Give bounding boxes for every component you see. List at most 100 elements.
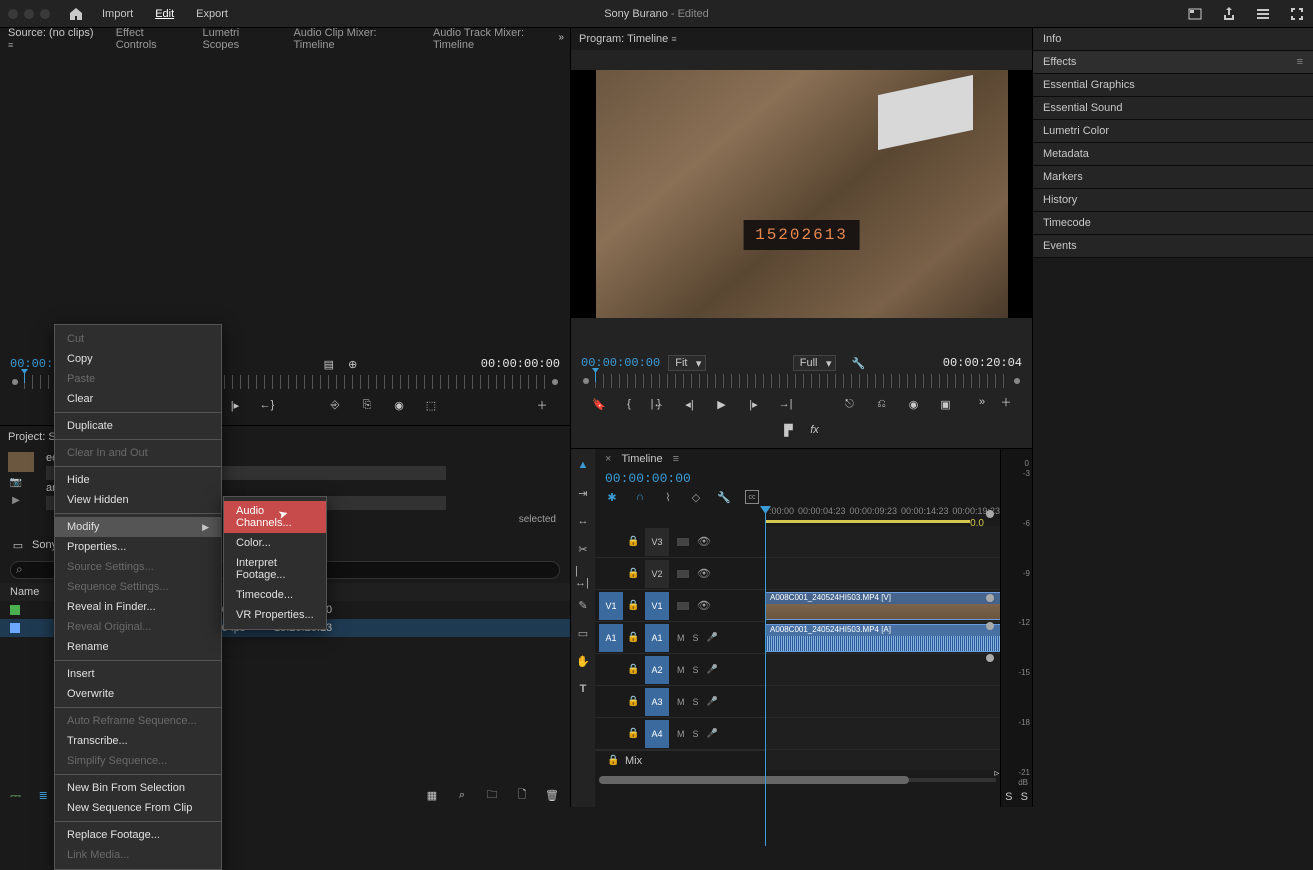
ripple-tool-icon[interactable]: ↔ xyxy=(575,513,591,529)
side-tab-metadata[interactable]: Metadata xyxy=(1033,143,1313,166)
workspace-icon[interactable] xyxy=(1255,6,1271,22)
trash-icon[interactable]: 🗑 xyxy=(544,787,560,803)
button-editor-icon[interactable]: ＋ xyxy=(998,394,1014,410)
clip-thumbnail[interactable] xyxy=(8,452,34,472)
v-knob[interactable] xyxy=(986,594,994,602)
ctx-sub-interpret-footage-[interactable]: Interpret Footage... xyxy=(224,553,326,585)
ctx-sub-vr-properties-[interactable]: VR Properties... xyxy=(224,605,326,625)
menu-edit[interactable]: Edit xyxy=(155,8,174,20)
overflow-icon[interactable]: » xyxy=(974,394,990,410)
compare-icon[interactable]: ▣ xyxy=(938,396,954,412)
pen-tool-icon[interactable]: ✎ xyxy=(575,597,591,613)
ctx-clear[interactable]: Clear xyxy=(55,389,221,409)
tab-source[interactable]: Source: (no clips) ≡ xyxy=(8,27,98,51)
menu-import[interactable]: Import xyxy=(102,8,133,20)
prog-zoom-right[interactable] xyxy=(1014,378,1020,384)
new-item-footer-icon[interactable]: 🗋 xyxy=(514,787,530,803)
list-view-icon[interactable]: ≣ xyxy=(35,787,51,803)
tab-program[interactable]: Program: Timeline ≡ xyxy=(579,33,677,45)
marker-icon[interactable]: 🔖 xyxy=(591,396,607,412)
extract-icon[interactable]: ⎌ xyxy=(874,396,890,412)
tab-audio-track-mixer[interactable]: Audio Track Mixer: Timeline xyxy=(433,27,562,51)
ctx-new-bin-from-selection[interactable]: New Bin From Selection xyxy=(55,778,221,798)
work-area-bar[interactable] xyxy=(765,520,970,523)
close-sequence-icon[interactable]: × xyxy=(605,453,611,465)
audio-meter[interactable]: 0 -3 -6 -9 -12 -15 -18 -21 dB SS xyxy=(1000,449,1032,807)
tab-audio-clip-mixer[interactable]: Audio Clip Mixer: Timeline xyxy=(293,27,414,51)
in-bracket-icon[interactable]: { xyxy=(621,396,637,412)
side-tab-effects[interactable]: Effects≡ xyxy=(1033,51,1313,74)
timeline-horiz-scrollbar[interactable]: ▹| xyxy=(595,774,1000,786)
program-tc-current[interactable]: 00:00:00:00 xyxy=(581,356,660,370)
resolution-select[interactable]: Full ▾ xyxy=(793,355,837,371)
program-monitor[interactable]: 15202613 xyxy=(571,70,1032,318)
ctx-copy[interactable]: Copy xyxy=(55,349,221,369)
zoom-handle-right[interactable] xyxy=(552,379,558,385)
selection-tool-icon[interactable]: ▲ xyxy=(575,457,591,473)
mix-track[interactable]: 🔒Mix 0.0 xyxy=(595,750,765,770)
slip-tool-icon[interactable]: |↔| xyxy=(575,569,591,585)
fx-icon[interactable]: fx xyxy=(807,422,823,438)
a-knob-2[interactable] xyxy=(986,654,994,662)
zoom-fit-select[interactable]: Fit ▾ xyxy=(668,355,706,371)
settings-opt-icon[interactable]: 🔧 xyxy=(717,490,731,504)
track-header-v1[interactable]: V1🔒V1 👁 xyxy=(595,590,765,622)
track-header-a1[interactable]: A1🔒A1 MS🎤 xyxy=(595,622,765,654)
ctx-hide[interactable]: Hide xyxy=(55,470,221,490)
play-icon[interactable]: ▶ xyxy=(714,396,730,412)
mark-out-icon[interactable]: ←} xyxy=(259,397,275,413)
a-knob-1[interactable] xyxy=(986,622,994,630)
overwrite-icon[interactable]: ⎘ xyxy=(359,397,375,413)
ctx-overwrite[interactable]: Overwrite xyxy=(55,684,221,704)
track-header-a3[interactable]: 🔒A3 MS🎤 xyxy=(595,686,765,718)
bin-icon[interactable]: ▭ xyxy=(10,537,26,553)
step-back-icon[interactable]: ◂| xyxy=(682,396,698,412)
out-bracket-icon[interactable]: } xyxy=(651,396,667,412)
export-frame-icon[interactable]: ⬚ xyxy=(423,397,439,413)
new-item-icon[interactable]: ⎓ xyxy=(10,787,21,804)
share-icon[interactable] xyxy=(1221,6,1237,22)
track-header-v3[interactable]: 🔒V3 👁 xyxy=(595,526,765,558)
ctx-properties-[interactable]: Properties... xyxy=(55,537,221,557)
overflow-icon[interactable]: » xyxy=(558,32,564,43)
track-header-a2[interactable]: 🔒A2 MS🎤 xyxy=(595,654,765,686)
find-icon[interactable]: ⌕ xyxy=(454,787,470,803)
ctx-sub-audio-channels-[interactable]: Audio Channels... xyxy=(224,501,326,533)
link-icon[interactable]: ⌇ xyxy=(661,490,675,504)
source-playhead[interactable] xyxy=(24,373,25,383)
ctx-view-hidden[interactable]: View Hidden xyxy=(55,490,221,510)
settings-icon[interactable]: 🔧 xyxy=(850,355,866,371)
zoom-handle-left[interactable] xyxy=(12,379,18,385)
ctx-modify[interactable]: Modify▶ xyxy=(55,517,221,537)
track-header-v2[interactable]: 🔒V2 👁 xyxy=(595,558,765,590)
safe-margin-icon[interactable]: ▛ xyxy=(781,422,797,438)
freeform-icon[interactable]: ▦ xyxy=(424,787,440,803)
type-tool-icon[interactable]: T xyxy=(575,681,591,697)
step-fwd-icon[interactable]: |▸ xyxy=(746,396,762,412)
side-tab-essential-sound[interactable]: Essential Sound xyxy=(1033,97,1313,120)
ctx-new-sequence-from-clip[interactable]: New Sequence From Clip xyxy=(55,798,221,818)
snapshot-icon[interactable]: ◉ xyxy=(391,397,407,413)
list-icon[interactable]: ▤ xyxy=(321,356,337,372)
plus-icon[interactable]: ＋ xyxy=(534,397,550,413)
new-bin-icon[interactable]: 🗀 xyxy=(484,787,500,803)
tab-effect-controls[interactable]: Effect Controls xyxy=(116,27,185,51)
snap-icon[interactable]: ∩ xyxy=(633,490,647,504)
maximize-icon[interactable] xyxy=(1289,6,1305,22)
program-scrubber[interactable] xyxy=(595,374,1008,388)
sequence-tab[interactable]: Timeline xyxy=(621,453,662,465)
side-tab-history[interactable]: History xyxy=(1033,189,1313,212)
export-frame-icon[interactable]: ◉ xyxy=(906,396,922,412)
side-tab-timecode[interactable]: Timecode xyxy=(1033,212,1313,235)
ctx-replace-footage-[interactable]: Replace Footage... xyxy=(55,825,221,845)
vscroll-handle[interactable] xyxy=(986,510,994,518)
ctx-insert[interactable]: Insert xyxy=(55,664,221,684)
marker-opt-icon[interactable]: ◇ xyxy=(689,490,703,504)
track-select-tool-icon[interactable]: ⇥ xyxy=(575,485,591,501)
timeline-content[interactable]: A008C001_240524HI503.MP4 [V] A008C001_24… xyxy=(765,526,1000,770)
source-patch-a1[interactable]: A1 xyxy=(599,624,623,652)
video-clip[interactable]: A008C001_240524HI503.MP4 [V] xyxy=(765,592,1000,620)
timeline-ruler[interactable]: :00:00 00:00:04:23 00:00:09:23 00:00:14:… xyxy=(765,506,1000,526)
track-header-a4[interactable]: 🔒A4 MS🎤 xyxy=(595,718,765,750)
ctx-sub-color-[interactable]: Color... xyxy=(224,533,326,553)
